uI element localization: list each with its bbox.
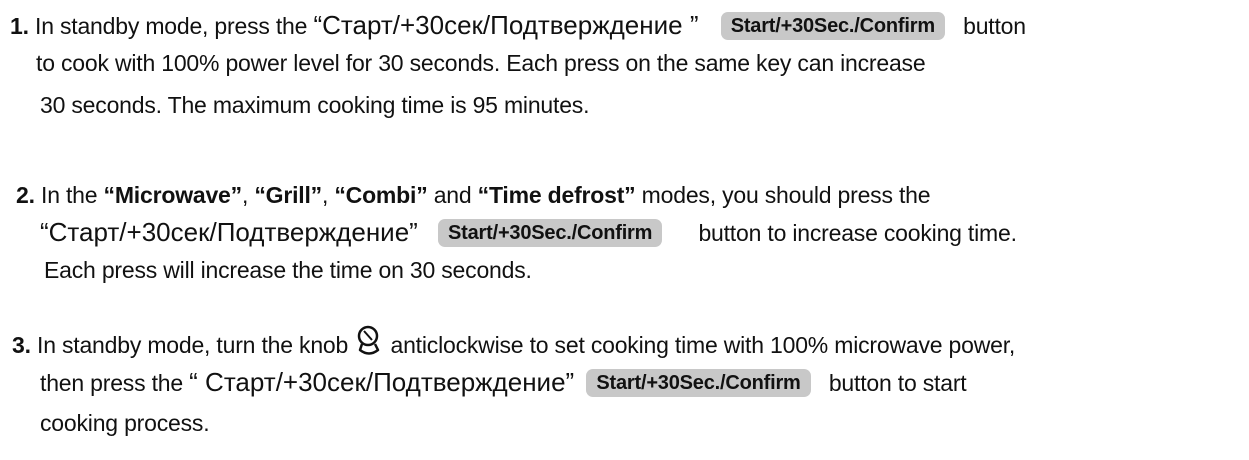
knob-icon <box>354 324 384 358</box>
mode-time-defrost: “Time defrost” <box>477 182 636 208</box>
mode-combi: “Combi” <box>334 182 428 208</box>
instruction-3-line-3: cooking process. <box>40 410 210 436</box>
instruction-1-line-2: to cook with 100% power level for 30 sec… <box>36 50 926 76</box>
instruction-3-number: 3. <box>12 332 31 359</box>
instruction-1-line-3: 30 seconds. The maximum cooking time is … <box>40 92 590 118</box>
instruction-1-line-1: 1. In standby mode, press the “Старт/+30… <box>10 10 1026 40</box>
instruction-3-line-1: 3. In standby mode, turn the knob anticl… <box>12 325 1015 364</box>
start-confirm-button[interactable]: Start/+30Sec./Confirm <box>720 11 945 40</box>
mode-microwave: “Microwave” <box>103 182 243 208</box>
instruction-3-line-2: then press the “ Старт/+30сек/Подтвержде… <box>40 367 967 397</box>
instruction-2-number: 2. <box>16 182 35 208</box>
russian-label: “ Старт/+30сек/Подтверждение” <box>189 367 575 397</box>
instruction-2-line-3: Each press will increase the time on 30 … <box>44 257 532 283</box>
start-confirm-button[interactable]: Start/+30Sec./Confirm <box>586 368 811 397</box>
instruction-2-line-2: “Старт/+30сек/Подтверждение” Start/+30Se… <box>40 217 1017 247</box>
russian-label: “Старт/+30сек/Подтверждение” <box>40 217 418 247</box>
instruction-1-number: 1. <box>10 13 29 39</box>
russian-label: “Старт/+30сек/Подтверждение ” <box>313 10 699 40</box>
mode-grill: “Grill” <box>254 182 322 208</box>
instruction-2-line-1: 2. In the “Microwave”, “Grill”, “Combi” … <box>16 182 931 208</box>
start-confirm-button[interactable]: Start/+30Sec./Confirm <box>438 218 663 247</box>
